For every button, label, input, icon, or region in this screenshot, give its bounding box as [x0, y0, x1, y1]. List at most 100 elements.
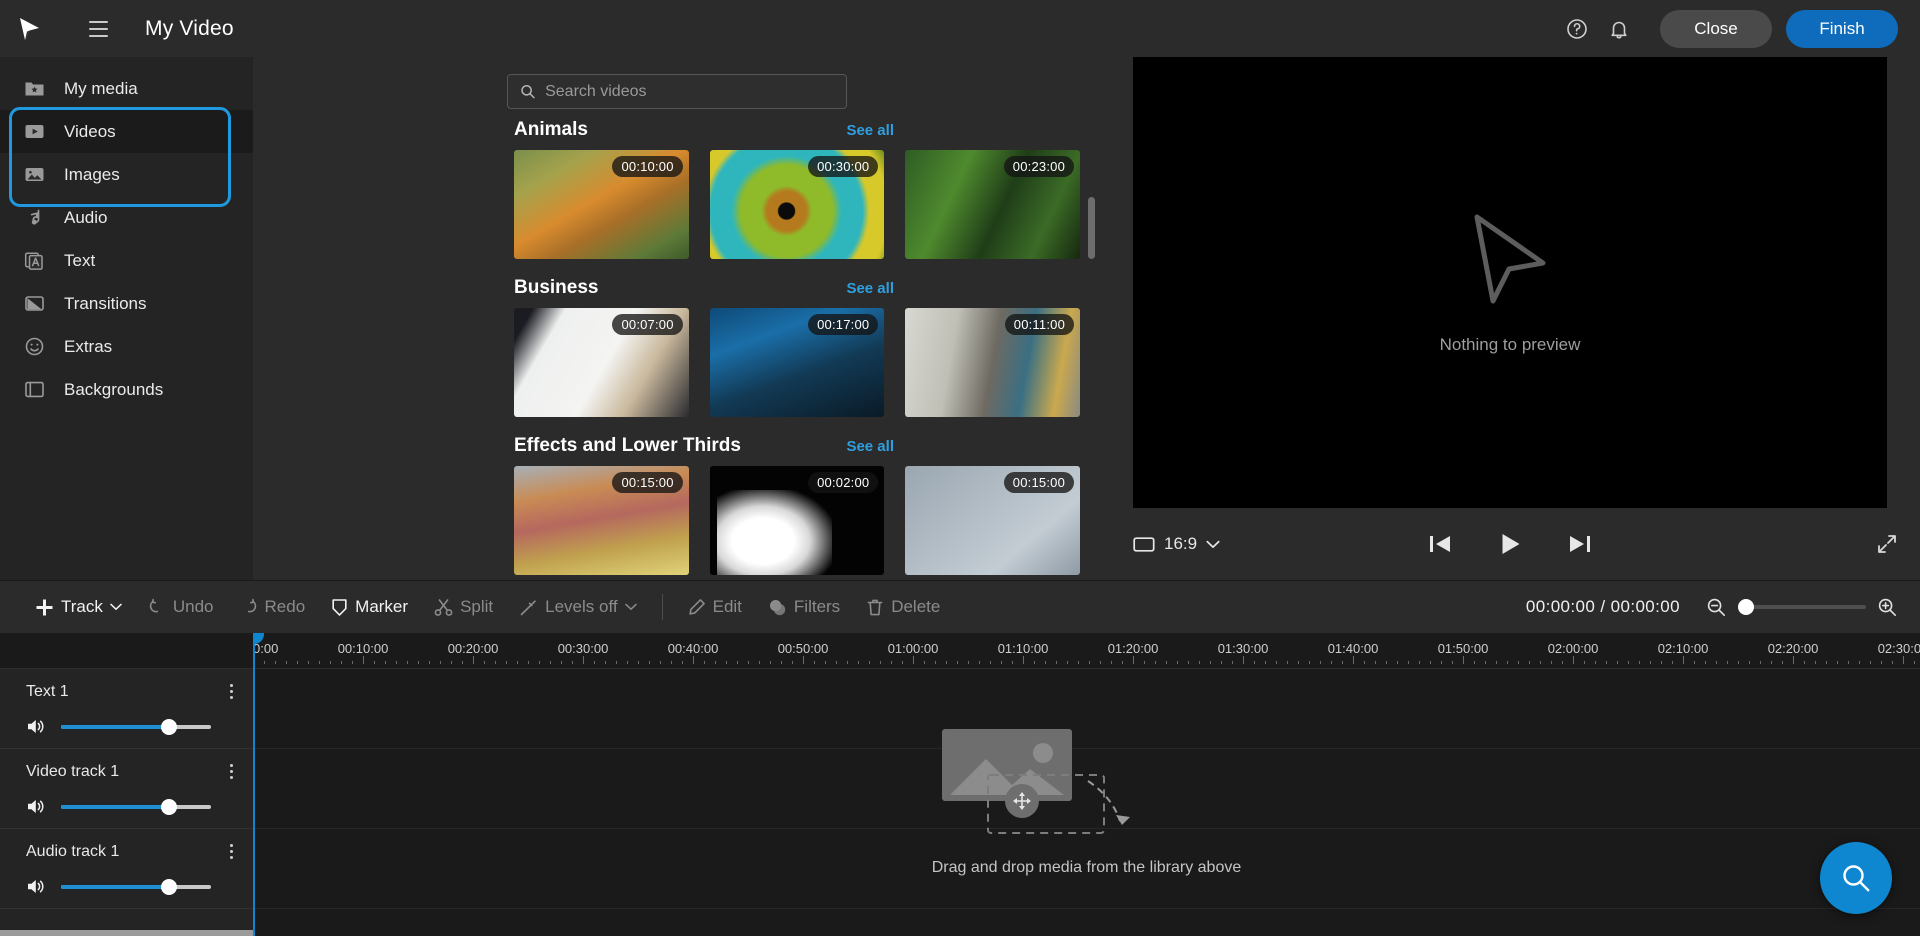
edit-button[interactable]: Edit	[675, 581, 755, 634]
media-thumbnail-meeting[interactable]: 00:17:00	[709, 308, 885, 417]
marker-button[interactable]: Marker	[318, 581, 421, 634]
help-circle-icon[interactable]	[1558, 10, 1596, 48]
ruler-tick	[1386, 661, 1387, 664]
mouse-cursor-icon	[1474, 214, 1546, 303]
timeline-ruler[interactable]: 00:00:0000:10:0000:20:0000:30:0000:40:00…	[253, 633, 1920, 669]
kebab-menu-icon[interactable]	[224, 840, 239, 863]
zoom-in-icon[interactable]	[1877, 597, 1898, 618]
track-header-audio-track-1[interactable]: Audio track 1	[0, 829, 253, 909]
ruler-tick	[649, 661, 650, 664]
ruler-tick	[1001, 661, 1002, 664]
volume-knob[interactable]	[161, 878, 177, 895]
playhead[interactable]	[253, 633, 264, 936]
sidebar-item-images[interactable]: Images	[0, 153, 253, 196]
track-header-text-1[interactable]: Text 1	[0, 669, 253, 749]
sidebar-item-text[interactable]: Text	[0, 239, 253, 282]
redo-button[interactable]: Redo	[227, 581, 319, 634]
sidebar-item-transitions[interactable]: Transitions	[0, 282, 253, 325]
track-lane[interactable]	[253, 669, 1920, 749]
sidebar-item-extras[interactable]: Extras	[0, 325, 253, 368]
media-thumbnail-handshake[interactable]: 00:07:00	[514, 308, 689, 417]
sidebar-item-backgrounds[interactable]: Backgrounds	[0, 368, 253, 411]
media-thumbnail-ants[interactable]: 00:23:00	[905, 150, 1081, 259]
ruler-tick	[1760, 661, 1761, 664]
editor-toolbar: Track Undo Redo Marker Split Levels off …	[0, 580, 1920, 633]
volume-knob[interactable]	[161, 798, 177, 815]
ruler-tick	[594, 661, 595, 664]
see-all-link[interactable]: See all	[846, 280, 894, 297]
sidebar-item-videos[interactable]: Videos	[0, 110, 253, 153]
sidebar-item-my-media[interactable]: My media	[0, 67, 253, 110]
expand-icon[interactable]	[1876, 533, 1898, 555]
library-scrollbar-track[interactable]	[1088, 127, 1095, 570]
ruler-tick	[1848, 661, 1849, 664]
ruler-ticks	[253, 656, 1920, 664]
track-volume-slider[interactable]	[61, 718, 211, 735]
duration-badge: 00:23:00	[1003, 156, 1075, 177]
track-volume-slider[interactable]	[61, 798, 211, 815]
volume-fill	[61, 884, 169, 889]
media-thumbnail-chameleon[interactable]: 00:30:00	[709, 150, 885, 259]
zoom-slider[interactable]	[1738, 599, 1866, 615]
levels-icon	[520, 599, 536, 615]
ruler-tick	[1045, 661, 1046, 664]
track-lane[interactable]	[253, 829, 1920, 909]
close-button[interactable]: Close	[1660, 9, 1772, 48]
bell-icon[interactable]	[1600, 10, 1638, 48]
redo-label: Redo	[264, 597, 306, 616]
aspect-ratio-selector[interactable]: 16:9	[1133, 534, 1220, 554]
delete-button[interactable]: Delete	[853, 581, 953, 634]
search-input[interactable]	[545, 82, 834, 101]
levels-button[interactable]: Levels off	[506, 581, 649, 634]
track-header-video-track-1[interactable]: Video track 1	[0, 749, 253, 829]
play-icon[interactable]	[1497, 531, 1523, 557]
skip-to-start-icon[interactable]	[1427, 533, 1453, 555]
media-thumbnail-smoke[interactable]: 00:02:00	[709, 466, 885, 575]
zoom-fab-button[interactable]	[1820, 842, 1892, 914]
ruler-tick	[1265, 661, 1266, 664]
media-thumbnail-tiger[interactable]: 00:10:00	[514, 150, 689, 259]
ruler-tick	[418, 661, 419, 664]
zoom-out-icon[interactable]	[1706, 597, 1727, 618]
category-business: Business See all 00:07:00 00:17:00 00:11…	[253, 277, 1100, 417]
ruler-tick	[308, 661, 309, 664]
zoom-slider-knob[interactable]	[1738, 599, 1754, 615]
ruler-tick	[1430, 661, 1431, 664]
see-all-link[interactable]: See all	[846, 122, 894, 139]
preview-stage[interactable]: Nothing to preview	[1133, 57, 1887, 508]
ruler-tick	[1188, 661, 1189, 664]
app-logo[interactable]	[0, 0, 57, 57]
track-headers-column: Text 1 Video track 1 Audio track 1	[0, 633, 253, 936]
kebab-menu-icon[interactable]	[224, 680, 239, 703]
ruler-tick	[1177, 661, 1178, 664]
library-scrollbar-thumb[interactable]	[1088, 197, 1095, 259]
track-header-top: Audio track 1	[26, 840, 239, 863]
redo-icon	[247, 598, 256, 613]
ruler-tick-label: 02:10:00	[1657, 641, 1709, 656]
media-thumbnail-warm-gradient[interactable]: 00:15:00	[514, 466, 689, 575]
speaker-icon[interactable]	[26, 877, 47, 896]
volume-knob[interactable]	[161, 718, 177, 735]
hamburger-menu-icon[interactable]	[81, 12, 115, 46]
undo-button[interactable]: Undo	[135, 581, 227, 634]
undo-label: Undo	[172, 597, 214, 616]
sidebar-item-audio[interactable]: Audio	[0, 196, 253, 239]
ruler-tick-label: 00:50:00	[777, 641, 829, 656]
split-button[interactable]: Split	[421, 581, 506, 634]
skip-to-end-icon[interactable]	[1567, 533, 1593, 555]
media-thumbnail-grey-blue-gradient[interactable]: 00:15:00	[905, 466, 1081, 575]
track-lane[interactable]	[253, 749, 1920, 829]
see-all-link[interactable]: See all	[846, 438, 894, 455]
add-track-button[interactable]: Track	[22, 581, 135, 634]
filters-button[interactable]: Filters	[755, 581, 853, 634]
track-volume-slider[interactable]	[61, 878, 211, 895]
kebab-menu-icon[interactable]	[224, 760, 239, 783]
speaker-icon[interactable]	[26, 797, 47, 816]
speaker-icon[interactable]	[26, 717, 47, 736]
media-thumbnail-woman-shelves[interactable]: 00:11:00	[905, 308, 1081, 417]
timeline-horizontal-scrollbar[interactable]	[0, 930, 253, 936]
finish-button[interactable]: Finish	[1786, 9, 1898, 48]
category-title: Animals	[514, 119, 588, 140]
plus-icon	[36, 599, 53, 615]
search-container[interactable]	[506, 74, 847, 109]
